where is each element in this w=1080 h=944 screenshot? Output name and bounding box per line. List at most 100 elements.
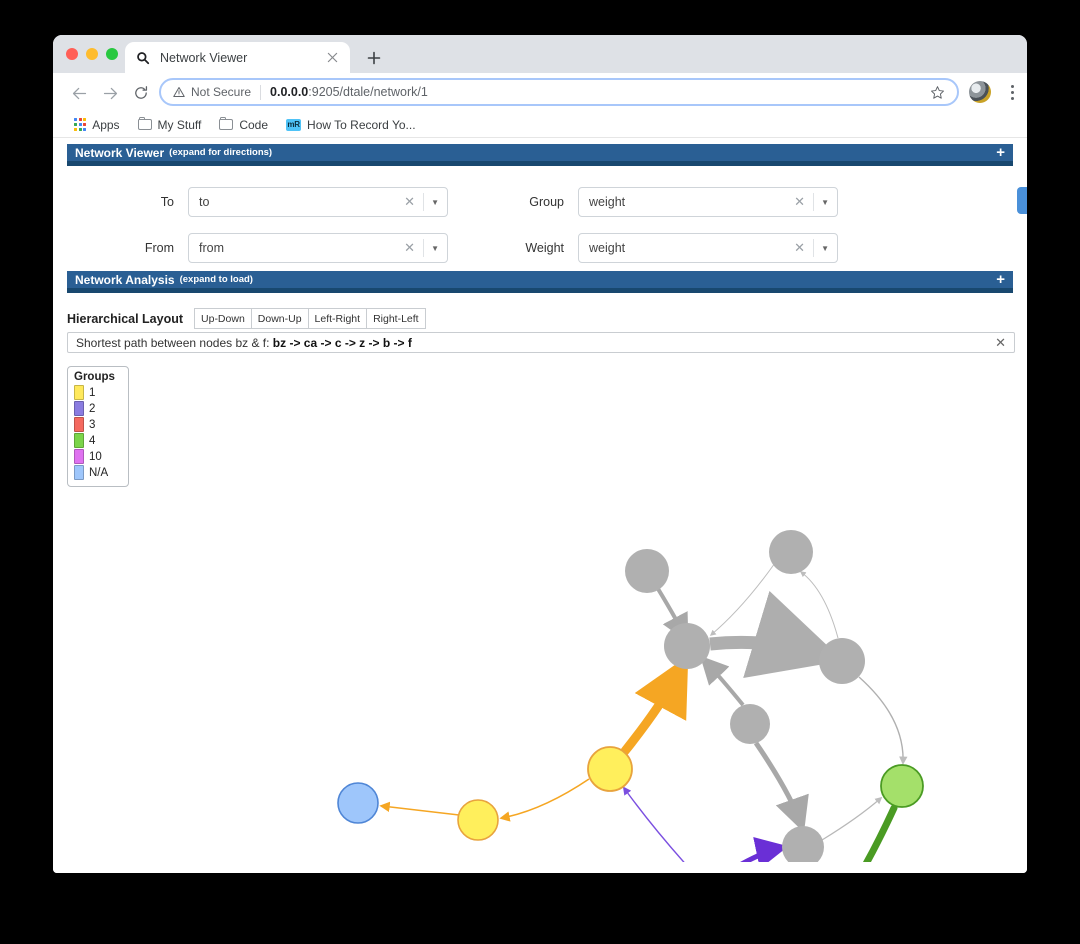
search-icon (135, 50, 151, 66)
layout-right-left-button[interactable]: Right-Left (366, 308, 426, 329)
graph-node[interactable] (819, 638, 865, 684)
bookmarks-bar: Apps My Stuff Code mR How To Record Yo..… (53, 112, 1027, 138)
group-value: weight (589, 195, 626, 209)
network-viewer-panel-header[interactable]: Network Viewer (expand for directions) + (67, 144, 1013, 166)
avatar[interactable] (969, 81, 991, 103)
weight-label: Weight (525, 241, 564, 255)
network-analysis-panel-header[interactable]: Network Analysis (expand to load) + (67, 271, 1013, 293)
edge-ca-bz (379, 801, 460, 816)
edge-n4-f (858, 676, 908, 765)
edge-c-n3 (620, 655, 689, 756)
shortest-path-banner: Shortest path between nodes bz & f: bz -… (67, 332, 1015, 353)
weight-value: weight (589, 241, 626, 255)
select-divider (813, 193, 815, 211)
select-divider (423, 239, 425, 257)
close-icon[interactable]: ✕ (995, 335, 1006, 351)
chevron-down-icon[interactable]: ▼ (821, 198, 829, 207)
shortest-path-value: bz -> ca -> c -> z -> b -> f (272, 335, 412, 350)
close-icon[interactable] (324, 50, 340, 66)
weight-field-row: Weight weight ✕ ▼ (472, 233, 838, 263)
bookmark-label: Code (239, 117, 269, 132)
expand-icon[interactable]: + (996, 272, 1005, 287)
kebab-menu-icon[interactable] (1001, 80, 1023, 104)
panel-subtitle: (expand to load) (179, 274, 253, 285)
graph-node[interactable] (782, 826, 824, 862)
bookmark-how-to-record[interactable]: mR How To Record Yo... (279, 116, 423, 134)
back-button[interactable] (67, 81, 91, 105)
to-select[interactable]: to ✕ ▼ (188, 187, 448, 217)
folder-icon (219, 116, 234, 130)
bookmark-label: My Stuff (157, 117, 202, 132)
bookmark-my-stuff[interactable]: My Stuff (131, 116, 209, 134)
edge-n4-n2 (799, 571, 839, 639)
bookmark-code[interactable]: Code (212, 116, 275, 134)
url-host: 0.0.0.0 (270, 85, 309, 99)
load-button[interactable]: Load (1017, 187, 1027, 214)
from-label: From (144, 241, 174, 255)
network-form: To to ✕ ▼ From from ✕ ▼ Group weight ✕ ▼… (67, 178, 1027, 268)
panel-title: Network Analysis (75, 272, 175, 287)
clear-icon[interactable]: ✕ (794, 194, 805, 210)
edge-f-b (862, 804, 898, 862)
from-field-row: From from ✕ ▼ (67, 233, 448, 263)
from-select[interactable]: from ✕ ▼ (188, 233, 448, 263)
panel-subtitle: (expand for directions) (169, 147, 273, 158)
edge-z-c (622, 786, 685, 862)
edge-n5-n6 (753, 741, 809, 833)
graph-nodes[interactable] (337, 530, 924, 862)
minimize-window-button[interactable] (86, 48, 98, 60)
graph-node-ca[interactable] (457, 799, 499, 841)
panel-title: Network Viewer (75, 145, 165, 160)
forward-button[interactable] (98, 81, 122, 105)
edge-n5-n3 (700, 655, 745, 707)
hierarchical-layout-label: Hierarchical Layout (67, 311, 184, 326)
expand-icon[interactable]: + (996, 145, 1005, 160)
mr-favicon: mR (286, 118, 302, 131)
window-traffic-lights (66, 48, 118, 60)
edge-n2-n3 (709, 562, 776, 636)
tab-strip: Network Viewer (53, 35, 1027, 73)
layout-up-down-button[interactable]: Up-Down (194, 308, 251, 329)
network-graph-svg[interactable] (67, 364, 1013, 862)
layout-direction-button-group: Up-Down Down-Up Left-Right Right-Left (194, 308, 426, 329)
layout-left-right-button[interactable]: Left-Right (307, 308, 367, 329)
graph-node[interactable] (664, 623, 710, 669)
bookmark-apps[interactable]: Apps (67, 116, 127, 134)
chevron-down-icon[interactable]: ▼ (821, 244, 829, 253)
network-graph-canvas[interactable] (67, 364, 1013, 862)
security-indicator[interactable]: Not Secure (173, 85, 251, 99)
graph-node[interactable] (769, 530, 813, 574)
layout-down-up-button[interactable]: Down-Up (250, 308, 308, 329)
new-tab-button[interactable] (363, 47, 385, 69)
clear-icon[interactable]: ✕ (404, 194, 415, 210)
graph-node-bz[interactable] (337, 782, 379, 824)
address-bar[interactable]: Not Secure 0.0.0.0:9205/dtale/network/1 (159, 78, 959, 106)
weight-select[interactable]: weight ✕ ▼ (578, 233, 838, 263)
star-icon[interactable] (930, 85, 945, 100)
graph-node-f[interactable] (880, 764, 924, 808)
from-value: from (199, 241, 224, 255)
to-value: to (199, 195, 210, 209)
reload-button[interactable] (129, 81, 153, 105)
navigation-bar: Not Secure 0.0.0.0:9205/dtale/network/1 (53, 73, 1027, 112)
chevron-down-icon[interactable]: ▼ (431, 244, 439, 253)
chevron-down-icon[interactable]: ▼ (431, 198, 439, 207)
group-label: Group (529, 195, 564, 209)
to-label: To (160, 195, 174, 209)
warning-triangle-icon (173, 87, 185, 97)
close-window-button[interactable] (66, 48, 78, 60)
maximize-window-button[interactable] (106, 48, 118, 60)
clear-icon[interactable]: ✕ (404, 240, 415, 256)
bookmark-label: How To Record Yo... (307, 117, 416, 132)
clear-icon[interactable]: ✕ (794, 240, 805, 256)
graph-node[interactable] (625, 549, 669, 593)
graph-node-c[interactable] (587, 746, 633, 792)
folder-icon (137, 116, 152, 130)
shortest-path-prefix: Shortest path between nodes bz & f: (76, 335, 273, 350)
shortest-path-text: Shortest path between nodes bz & f: bz -… (76, 336, 412, 350)
graph-node[interactable] (730, 704, 770, 744)
browser-tab[interactable]: Network Viewer (125, 42, 350, 73)
group-select[interactable]: weight ✕ ▼ (578, 187, 838, 217)
edge-c-ca (499, 778, 590, 822)
bookmark-label: Apps (92, 117, 120, 132)
